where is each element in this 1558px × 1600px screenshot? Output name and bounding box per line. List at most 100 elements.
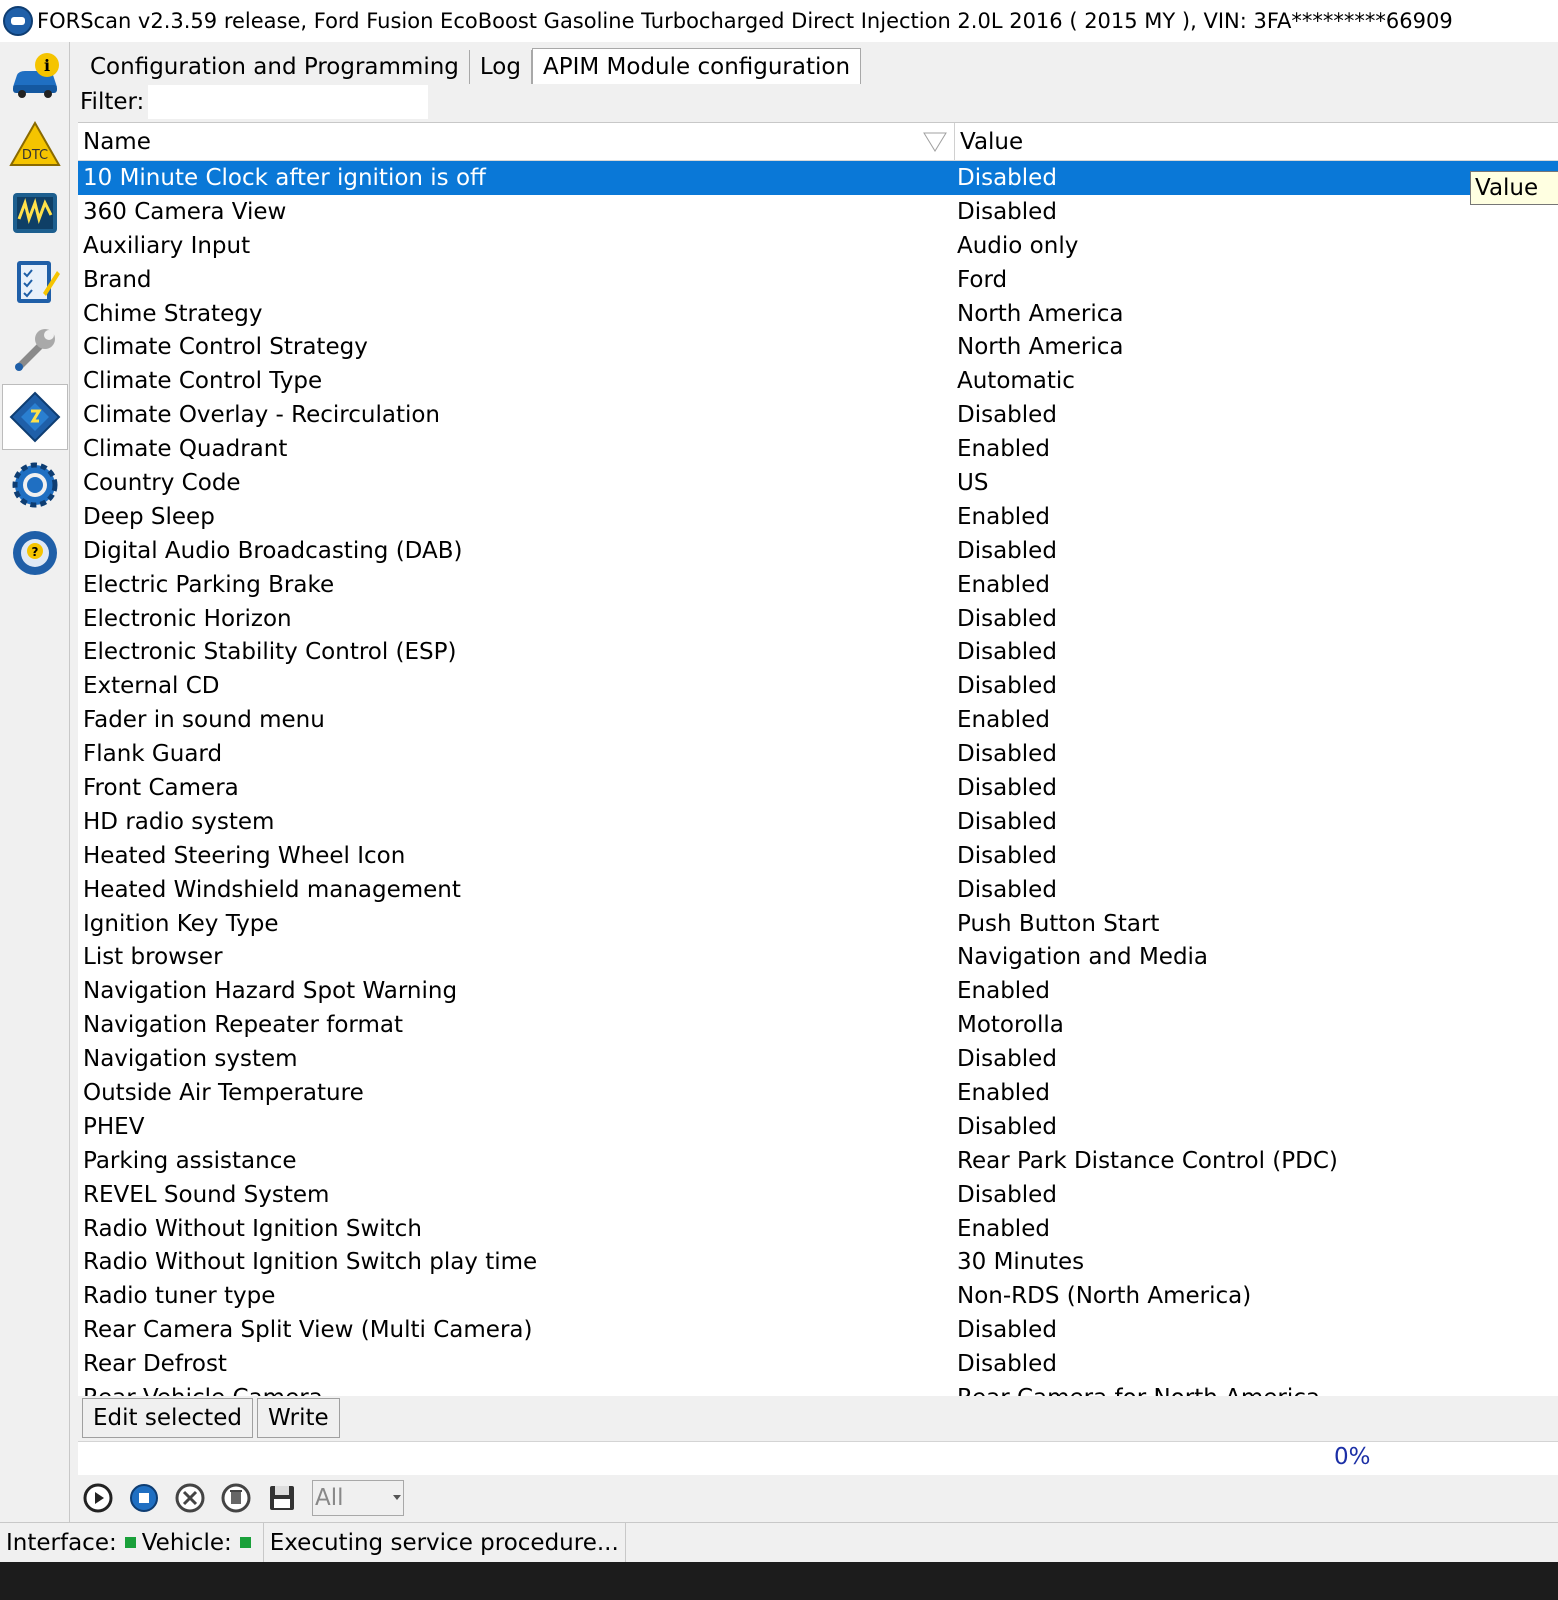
table-row[interactable]: Outside Air Temperature Enabled	[78, 1076, 1558, 1110]
table-row[interactable]: Front Camera Disabled	[78, 771, 1558, 805]
wrench-icon	[15, 329, 55, 371]
table-row[interactable]: List browser Navigation and Media	[78, 940, 1558, 974]
tab-configuration-and-programming[interactable]: Configuration and Programming	[80, 50, 470, 84]
row-value: Rear Camera for North America	[955, 1385, 1558, 1396]
table-row[interactable]: Heated Steering Wheel Icon Disabled	[78, 839, 1558, 873]
row-value: Disabled	[957, 876, 1057, 903]
tab-apim-module-configuration[interactable]: APIM Module configuration	[531, 48, 862, 84]
table-row[interactable]: Digital Audio Broadcasting (DAB) Disabled	[78, 534, 1558, 568]
sidebar-settings-button[interactable]	[2, 452, 68, 518]
row-value: Navigation and Media	[957, 944, 1209, 971]
forscan-app-icon	[3, 6, 33, 36]
log-filter-select-value: All	[315, 1485, 344, 1511]
table-row[interactable]: Climate Control Strategy North America	[78, 330, 1558, 364]
table-row[interactable]: Rear Camera Split View (Multi Camera) Dis…	[78, 1313, 1558, 1347]
svg-text:?: ?	[32, 545, 39, 559]
table-body: 10 Minute Clock after ignition is off Dis…	[78, 161, 1558, 1396]
table-row[interactable]: Radio tuner type Non-RDS (North America)	[78, 1279, 1558, 1313]
table-row[interactable]: PHEV Disabled	[78, 1110, 1558, 1144]
status-connection: Interface: Vehicle:	[0, 1523, 264, 1562]
table-row[interactable]: Ignition Key Type Push Button Start	[78, 907, 1558, 941]
table-row[interactable]: Climate Quadrant Enabled	[78, 432, 1558, 466]
table-row[interactable]: Country Code US	[78, 466, 1558, 500]
row-name: Climate Control Type	[83, 368, 323, 395]
edit-selected-button[interactable]: Edit selected	[82, 1398, 253, 1438]
table-row[interactable]: Deep Sleep Enabled	[78, 500, 1558, 534]
sidebar-checklist-button[interactable]	[2, 248, 68, 314]
table-row[interactable]: Auxiliary Input Audio only	[78, 229, 1558, 263]
sidebar-configuration-button[interactable]	[2, 384, 68, 450]
filter-input[interactable]	[148, 85, 429, 119]
row-name: Electric Parking Brake	[83, 571, 335, 598]
interface-label: Interface:	[6, 1529, 117, 1556]
table-row[interactable]: External CD Disabled	[78, 669, 1558, 703]
table-row[interactable]: Navigation Repeater format Motorolla	[78, 1008, 1558, 1042]
row-value: Enabled	[957, 503, 1050, 530]
sidebar-help-button[interactable]: ?	[2, 520, 68, 586]
delete-icon[interactable]	[220, 1482, 252, 1514]
table-header: Name Value	[78, 123, 1558, 161]
row-value: Enabled	[957, 978, 1050, 1005]
table-row[interactable]: Electronic Stability Control (ESP) Disabl…	[78, 635, 1558, 669]
write-button[interactable]: Write	[256, 1398, 340, 1438]
table-row[interactable]: Climate Overlay - Recirculation Disabled	[78, 398, 1558, 432]
table-row[interactable]: Climate Control Type Automatic	[78, 364, 1558, 398]
clear-icon[interactable]	[174, 1482, 206, 1514]
table-row[interactable]: Chime Strategy North America	[78, 297, 1558, 331]
row-value: Enabled	[957, 1215, 1050, 1242]
status-message-segment: Executing service procedure...	[264, 1523, 626, 1562]
row-value: Disabled	[957, 673, 1057, 700]
table-row[interactable]: Parking assistance Rear Park Distance Con…	[78, 1144, 1558, 1178]
sidebar-service-button[interactable]	[2, 316, 68, 382]
table-row[interactable]: Radio Without Ignition Switch Enabled	[78, 1212, 1558, 1246]
row-value: Disabled	[957, 639, 1057, 666]
row-value: Enabled	[957, 436, 1050, 463]
action-button-bar: Edit selected Write	[78, 1396, 1558, 1440]
sidebar-oscilloscope-button[interactable]	[2, 180, 68, 246]
progress-percent: 0%	[1334, 1444, 1371, 1470]
row-name: REVEL Sound System	[83, 1181, 330, 1208]
table-row[interactable]: REVEL Sound System Disabled	[78, 1178, 1558, 1212]
table-row[interactable]: Navigation Hazard Spot Warning Enabled	[78, 974, 1558, 1008]
row-value: Non-RDS (North America)	[957, 1283, 1252, 1310]
row-name: Deep Sleep	[83, 503, 215, 530]
table-row[interactable]: Navigation system Disabled	[78, 1042, 1558, 1076]
row-name: HD radio system	[83, 808, 275, 835]
row-name: Radio Without Ignition Switch	[83, 1215, 422, 1242]
table-row[interactable]: Radio Without Ignition Switch play time 3…	[78, 1246, 1558, 1280]
column-header-name-label: Name	[83, 128, 151, 155]
sidebar-vehicle-info-button[interactable]: i	[2, 44, 68, 110]
checklist-icon	[17, 261, 60, 303]
sidebar-dtc-button[interactable]: DTC	[2, 112, 68, 178]
tab-log[interactable]: Log	[469, 50, 532, 84]
table-row[interactable]: Brand Ford	[78, 263, 1558, 297]
vehicle-status-indicator	[239, 1537, 251, 1548]
table-row[interactable]: Fader in sound menu Enabled	[78, 703, 1558, 737]
stop-icon[interactable]	[128, 1482, 160, 1514]
column-header-value[interactable]: Value	[955, 123, 1558, 160]
table-row[interactable]: Rear Vehicle CameraRear Camera for North…	[78, 1381, 1558, 1396]
progress-area: 0%	[78, 1441, 1558, 1475]
table-row[interactable]: Rear Defrost Disabled	[78, 1347, 1558, 1381]
taskbar	[0, 1562, 1558, 1600]
row-name: Climate Control Strategy	[83, 334, 368, 361]
column-header-name[interactable]: Name	[78, 123, 955, 160]
play-icon[interactable]	[82, 1482, 114, 1514]
row-name: List browser	[83, 944, 223, 971]
vehicle-label: Vehicle:	[141, 1529, 232, 1556]
table-row[interactable]: Electronic Horizon Disabled	[78, 602, 1558, 636]
row-value: Rear Park Distance Control (PDC)	[957, 1147, 1338, 1174]
table-row[interactable]: Flank Guard Disabled	[78, 737, 1558, 771]
table-row[interactable]: Electric Parking Brake Enabled	[78, 568, 1558, 602]
row-name: Rear Vehicle Camera	[78, 1385, 955, 1396]
log-filter-select[interactable]: All	[312, 1480, 404, 1516]
table-row[interactable]: Heated Windshield management Disabled	[78, 873, 1558, 907]
save-icon[interactable]	[266, 1482, 298, 1514]
row-name: Radio Without Ignition Switch play time	[83, 1249, 538, 1276]
table-row[interactable]: 10 Minute Clock after ignition is off Dis…	[78, 161, 1558, 195]
table-row[interactable]: HD radio system Disabled	[78, 805, 1558, 839]
row-name: Fader in sound menu	[83, 707, 325, 734]
tab-strip: Configuration and Programming Log APIM M…	[80, 48, 862, 84]
table-row[interactable]: 360 Camera View Disabled	[78, 195, 1558, 229]
row-name: Parking assistance	[83, 1147, 297, 1174]
